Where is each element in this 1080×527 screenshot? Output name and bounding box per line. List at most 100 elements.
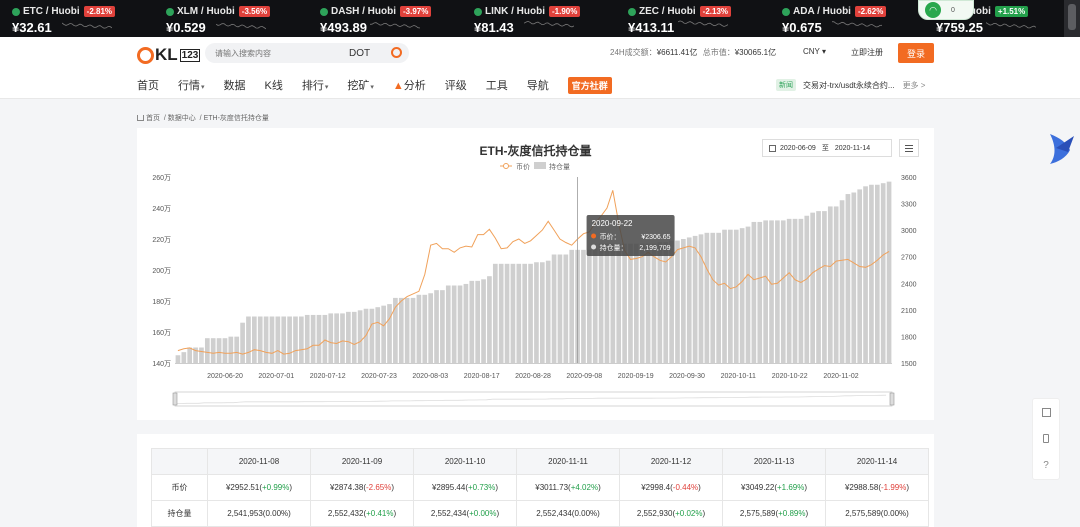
phone-icon[interactable]: [1043, 433, 1049, 443]
holdings-bar: [669, 240, 674, 363]
ticker-item[interactable]: ETC / Huobi -2.81% ¥32.61: [0, 0, 154, 37]
holdings-bar: [216, 338, 222, 363]
exchange-dot-icon: [782, 7, 790, 16]
table-cell: ¥3011.73(+4.02%): [516, 474, 620, 501]
ticker-item[interactable]: XLM / Huobi -3.56% ¥0.529: [154, 0, 308, 37]
register-link[interactable]: 立即注册: [851, 47, 883, 58]
nav-guide[interactable]: 导航: [527, 77, 549, 94]
scroll-thumb[interactable]: [1068, 4, 1076, 30]
holdings-bar: [316, 314, 322, 363]
holdings-bar: [622, 243, 627, 363]
nav-rating[interactable]: 评级: [445, 77, 467, 94]
zoom-handle-left[interactable]: [172, 392, 178, 406]
crumb-home[interactable]: 首页: [146, 115, 160, 122]
zoom-handle-right[interactable]: [889, 392, 895, 406]
table-cell: ¥2952.51(+0.99%): [207, 474, 311, 501]
nav-kline[interactable]: K线: [265, 77, 283, 94]
chevron-down-icon: ▾: [201, 84, 205, 91]
holdings-bar: [357, 310, 363, 363]
holdings-bar: [675, 240, 680, 363]
holdings-bar: [598, 243, 604, 363]
official-community-badge[interactable]: 官方社群: [567, 77, 612, 94]
ticker-item[interactable]: LINK / Huobi -1.90% ¥81.43: [462, 0, 616, 37]
volume-label: 24H成交额：: [610, 48, 657, 57]
holdings-bar: [451, 285, 457, 363]
ticker-pair: LINK / Huobi: [485, 6, 545, 17]
holdings-bar: [381, 305, 386, 363]
holdings-bar: [739, 228, 745, 363]
holdings-bar: [581, 249, 586, 363]
holdings-chart[interactable]: 币价 持仓量 140万 160万 180万 200万 220万 240万 260万 1500 180…: [137, 128, 934, 420]
news-more-link[interactable]: 更多 >: [903, 80, 926, 91]
login-button[interactable]: 登录: [898, 43, 934, 63]
cell-change: 0.00%: [574, 509, 598, 518]
ticker-scrollbar[interactable]: [1064, 0, 1080, 37]
crumb-data[interactable]: 数据中心: [168, 115, 196, 122]
nav-analysis[interactable]: ▲分析: [393, 77, 426, 94]
nav-home[interactable]: 首页: [137, 77, 159, 94]
ticker-change: -3.97%: [400, 6, 432, 17]
holdings-bar: [645, 243, 651, 363]
holdings-bar: [434, 290, 439, 363]
cell-value: ¥2988.58: [844, 483, 879, 492]
chart-tooltip: 2020-09-22 币价： ¥2306.65 持仓量： 2,199,709: [586, 215, 675, 256]
cell-value: ¥3049.22: [740, 483, 775, 492]
holdings-bar: [880, 183, 886, 363]
currency-select[interactable]: CNY ▾: [803, 47, 826, 56]
qr-code-icon[interactable]: [1041, 407, 1051, 417]
holdings-bar: [798, 218, 804, 363]
bird-mascot-icon[interactable]: [1040, 128, 1080, 168]
chart-menu-button[interactable]: [899, 139, 919, 157]
y-left-tick-label: 260万: [152, 174, 171, 182]
nav-mining[interactable]: 挖矿▾: [347, 77, 374, 94]
cell-value: ¥2895.44: [431, 483, 466, 492]
holdings-bar: [487, 276, 492, 363]
ticker-pair-row: LINK / Huobi -1.90%: [474, 5, 616, 18]
tooltip-date: 2020-09-22: [592, 219, 633, 228]
date-end[interactable]: 2020-11-14: [835, 145, 870, 152]
cell-change: +0.99%: [262, 483, 290, 492]
holdings-bar: [340, 313, 345, 363]
search-input[interactable]: [205, 48, 345, 58]
volume-value: ¥6611.41亿: [656, 48, 698, 57]
ticker-item[interactable]: ADA / Huobi -2.62% ¥0.675: [770, 0, 924, 37]
crumb-page: ETH-灰度信托持仓量: [203, 115, 269, 122]
search-tag[interactable]: DOT: [349, 48, 370, 59]
nav-ranking[interactable]: 排行▾: [302, 77, 329, 94]
sparkline: [370, 22, 420, 29]
holdings-bar: [328, 313, 334, 363]
table-col-date: 2020-11-09: [310, 448, 414, 475]
help-icon[interactable]: ?: [1043, 460, 1049, 471]
nav-tools[interactable]: 工具: [486, 77, 508, 94]
holdings-bar: [586, 249, 592, 363]
date-start[interactable]: 2020-06-09: [780, 145, 816, 152]
nav-market[interactable]: 行情▾: [178, 77, 205, 94]
news-headline[interactable]: 交易对-trx/usdt永续合约...: [803, 80, 895, 91]
holdings-bar: [769, 220, 774, 363]
exchange-dot-icon: [474, 7, 482, 16]
x-tick-label: 2020-08-28: [515, 373, 551, 380]
zoom-slider[interactable]: [172, 391, 895, 407]
nav-data[interactable]: 数据: [224, 77, 246, 94]
holdings-bar: [445, 285, 451, 363]
chart-card: 币价 持仓量 140万 160万 180万 200万 220万 240万 260万 1500 180…: [137, 128, 934, 420]
holdings-bar: [628, 243, 633, 363]
holdings-bar: [516, 263, 522, 363]
holdings-bar: [528, 263, 533, 363]
exchange-dot-icon: [320, 7, 328, 16]
holdings-bar: [833, 206, 839, 363]
date-range-picker[interactable]: 2020-06-09 至 2020-11-14: [762, 139, 892, 157]
search-icon[interactable]: [391, 47, 402, 58]
ticker-item[interactable]: DASH / Huobi -3.97% ¥493.89: [308, 0, 462, 37]
wifi-icon: ◠: [925, 2, 941, 18]
holdings-bar: [287, 316, 292, 363]
wifi-badge[interactable]: ◠ 0: [918, 0, 974, 20]
ticker-item[interactable]: ZEC / Huobi -2.13% ¥413.11: [616, 0, 770, 37]
logo[interactable]: KL 123: [137, 45, 201, 65]
search-box: DOT: [205, 43, 409, 63]
x-tick-label: 2020-10-22: [772, 373, 808, 380]
holdings-bar: [234, 336, 240, 363]
wifi-count: 0: [951, 6, 955, 14]
holdings-bar: [422, 294, 428, 363]
y-left-tick-label: 140万: [152, 360, 171, 368]
